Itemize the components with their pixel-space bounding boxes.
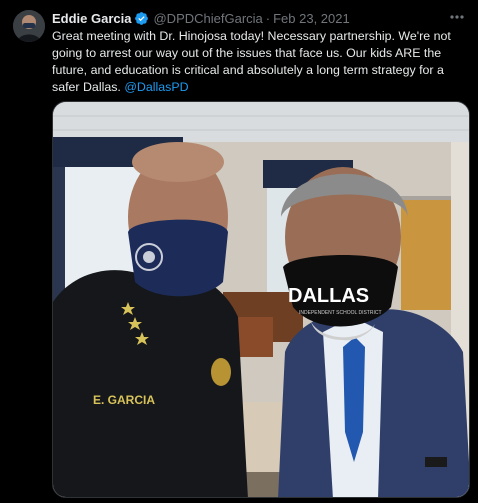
user-handle[interactable]: @DPDChiefGarcia bbox=[153, 11, 262, 26]
mask-text: DALLAS bbox=[288, 285, 369, 307]
photo-image: E. GARCIA DALLAS INDEPENDENT SCHOOL DIST… bbox=[53, 102, 469, 497]
tweet-photo[interactable]: E. GARCIA DALLAS INDEPENDENT SCHOOL DIST… bbox=[52, 101, 470, 498]
tweet-date[interactable]: Feb 23, 2021 bbox=[273, 11, 350, 26]
avatar[interactable] bbox=[13, 10, 45, 42]
more-horizontal-icon[interactable] bbox=[448, 10, 466, 24]
mention-link[interactable]: @DallasPD bbox=[124, 80, 188, 94]
mask-subtext: INDEPENDENT SCHOOL DISTRICT bbox=[299, 310, 382, 316]
verified-badge-icon bbox=[134, 11, 149, 26]
avatar-image bbox=[13, 10, 45, 42]
tweet-text: Great meeting with Dr. Hinojosa today! N… bbox=[52, 28, 470, 96]
tweet-body: Great meeting with Dr. Hinojosa today! N… bbox=[52, 29, 451, 94]
uniform-name-tag: E. GARCIA bbox=[93, 393, 155, 407]
tweet[interactable]: Eddie Garcia @DPDChiefGarcia · Feb 23, 2… bbox=[0, 0, 478, 503]
tweet-header: Eddie Garcia @DPDChiefGarcia · Feb 23, 2… bbox=[52, 9, 350, 27]
display-name[interactable]: Eddie Garcia bbox=[52, 11, 131, 26]
separator: · bbox=[265, 10, 271, 26]
